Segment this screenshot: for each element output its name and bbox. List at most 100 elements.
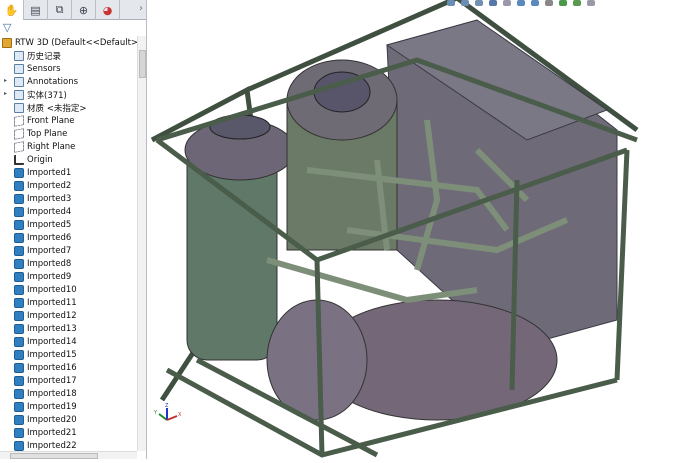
tree-item-part[interactable]: Imported5	[14, 218, 71, 231]
tree-item-label: 历史记录	[27, 51, 62, 62]
tree-item-label: Imported6	[27, 232, 72, 243]
tree-item[interactable]: Sensors	[14, 62, 61, 75]
hud-tool-icon[interactable]	[573, 0, 581, 6]
tree-item-label: Imported2	[27, 180, 72, 191]
horizontal-scrollbar[interactable]	[0, 451, 137, 459]
tree-item-label: Imported15	[27, 349, 77, 360]
triad-x-label: X	[178, 412, 182, 418]
part-icon	[14, 336, 24, 347]
y-axis-arrow	[158, 413, 168, 421]
tree-item-label: Imported5	[27, 219, 72, 230]
tree-item[interactable]: Annotations	[14, 75, 78, 88]
hud-tool-icon[interactable]	[587, 0, 595, 6]
tree-item-part[interactable]: Imported12	[14, 309, 77, 322]
filter-icon[interactable]: ▽	[3, 21, 11, 34]
part-icon	[14, 401, 24, 412]
plane-icon	[14, 127, 24, 140]
tree-item-label: Imported14	[27, 336, 77, 347]
tree-item-part[interactable]: Imported22	[14, 439, 77, 451]
filter-bar[interactable]: ▽	[0, 21, 146, 35]
tree-item-part[interactable]: Imported17	[14, 374, 77, 387]
hud-tool-icon[interactable]	[559, 0, 567, 6]
tree-item-part[interactable]: Imported7	[14, 244, 71, 257]
horizontal-scroll-thumb[interactable]	[10, 453, 98, 459]
tree-item-label: Imported3	[27, 193, 72, 204]
property-icon: ▤	[30, 3, 41, 17]
tree-item[interactable]: 历史记录	[14, 49, 61, 62]
hud-tool-icon[interactable]	[531, 0, 539, 6]
tree-item-label: Imported8	[27, 258, 72, 269]
tab-feature-manager[interactable]: ✋	[0, 0, 24, 20]
tab-configuration-manager[interactable]: ⧉	[48, 0, 72, 20]
tree-item-part[interactable]: Imported19	[14, 400, 77, 413]
tree-item[interactable]: Origin	[14, 153, 53, 166]
tree-item-part[interactable]: Imported6	[14, 231, 71, 244]
part-icon	[14, 362, 24, 373]
expand-arrow-icon[interactable]: ▸	[4, 77, 7, 84]
tree-item-part[interactable]: Imported11	[14, 296, 77, 309]
hud-tool-icon[interactable]	[517, 0, 525, 6]
hud-tool-icon[interactable]	[475, 0, 483, 6]
hud-tool-icon[interactable]	[503, 0, 511, 6]
expand-arrow-icon[interactable]: ▸	[4, 90, 7, 97]
tree-item-part[interactable]: Imported13	[14, 322, 77, 335]
tree-item-label: Imported4	[27, 206, 72, 217]
part-icon	[14, 375, 24, 386]
tab-display-manager[interactable]: ◕	[96, 0, 120, 20]
triad-z-label: Z	[165, 403, 169, 409]
part-icon	[14, 297, 24, 308]
vertical-scroll-thumb[interactable]	[139, 50, 146, 78]
tree-item[interactable]: Front Plane	[14, 114, 75, 127]
plane-icon	[14, 114, 24, 127]
hud-tool-icon[interactable]	[461, 0, 469, 6]
heads-up-view-toolbar[interactable]	[447, 0, 595, 8]
tree-item-part[interactable]: Imported9	[14, 270, 71, 283]
tree-item-label: Sensors	[27, 63, 61, 74]
tree-item-part[interactable]: Imported18	[14, 387, 77, 400]
model-3d-view: Y Z X	[150, 0, 639, 458]
tree-item[interactable]: 材质 <未指定>	[14, 101, 86, 114]
configuration-icon: ⧉	[55, 3, 64, 16]
tab-scroll-right[interactable]: ›	[139, 3, 143, 14]
tree-item[interactable]: Top Plane	[14, 127, 67, 140]
tree-item-part[interactable]: Imported4	[14, 205, 71, 218]
plane-icon	[14, 140, 24, 153]
tree-item-part[interactable]: Imported3	[14, 192, 71, 205]
tree-item-label: Imported11	[27, 297, 77, 308]
tree-item[interactable]: Right Plane	[14, 140, 75, 153]
tree-item-label: Imported12	[27, 310, 77, 321]
part-icon	[14, 245, 24, 256]
tree-item-part[interactable]: Imported2	[14, 179, 71, 192]
vertical-scrollbar[interactable]	[137, 36, 146, 451]
tree-item-part[interactable]: Imported1	[14, 166, 71, 179]
part-icon	[14, 271, 24, 282]
sensors-folder-icon	[14, 63, 24, 74]
tree-item-label: Imported10	[27, 284, 77, 295]
part-icon	[14, 349, 24, 360]
tree-root[interactable]: RTW 3D (Default<<Default>_Displ	[2, 36, 137, 49]
feature-manager-icon: ✋	[4, 3, 19, 17]
tab-dimxpert-manager[interactable]: ⊕	[72, 0, 96, 20]
tab-property-manager[interactable]: ▤	[24, 0, 48, 20]
tree-item-label: Imported9	[27, 271, 72, 282]
tree-item-label: 实体(371)	[27, 90, 67, 101]
tree-item-part[interactable]: Imported10	[14, 283, 77, 296]
graphics-area[interactable]: Y Z X	[147, 0, 681, 459]
part-icon	[14, 440, 24, 451]
tree-item-part[interactable]: Imported21	[14, 426, 77, 439]
tree-item[interactable]: 实体(371)	[14, 88, 67, 101]
annotations-folder-icon	[14, 76, 24, 87]
triad-y-label: Y	[153, 410, 158, 416]
assembly-icon	[2, 37, 12, 48]
hud-tool-icon[interactable]	[447, 0, 455, 6]
tree-item-part[interactable]: Imported15	[14, 348, 77, 361]
hud-tool-icon[interactable]	[489, 0, 497, 6]
x-axis-arrow	[166, 415, 178, 421]
tree-item-part[interactable]: Imported20	[14, 413, 77, 426]
tree-item-part[interactable]: Imported14	[14, 335, 77, 348]
tree-item-part[interactable]: Imported16	[14, 361, 77, 374]
hud-tool-icon[interactable]	[545, 0, 553, 6]
history-folder-icon	[14, 50, 24, 61]
tree-item-part[interactable]: Imported8	[14, 257, 71, 270]
tree-item-label: Imported16	[27, 362, 77, 373]
